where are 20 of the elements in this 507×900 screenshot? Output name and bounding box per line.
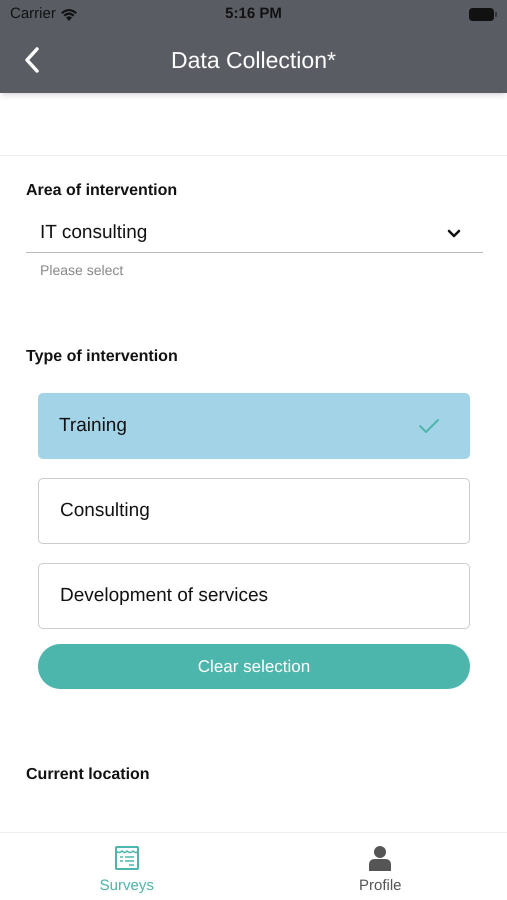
option-button[interactable]: Training — [38, 393, 470, 459]
wifi-icon — [60, 8, 78, 20]
dropdown-field[interactable]: IT consulting — [26, 215, 483, 253]
field-label: Type of intervention — [26, 347, 179, 367]
checkmark-icon — [418, 418, 440, 434]
option-button[interactable]: Consulting — [38, 478, 470, 544]
helper-text: Please select — [40, 261, 124, 280]
field-label: Current location — [26, 765, 151, 785]
tab-bar-item[interactable]: Profile — [254, 833, 507, 900]
person-icon — [369, 845, 392, 871]
option-button[interactable]: Development of services — [38, 563, 470, 629]
status-time: 5:16 PM — [225, 4, 282, 24]
survey-list-icon — [114, 845, 140, 871]
chevron-down-icon — [447, 229, 461, 238]
screen-title: Data Collection* — [171, 46, 336, 76]
back-icon — [22, 45, 42, 75]
battery-icon — [468, 8, 497, 20]
back-button[interactable] — [22, 45, 42, 75]
field-label: Area of intervention — [26, 181, 178, 201]
carrier-name: Carrier — [10, 4, 56, 24]
